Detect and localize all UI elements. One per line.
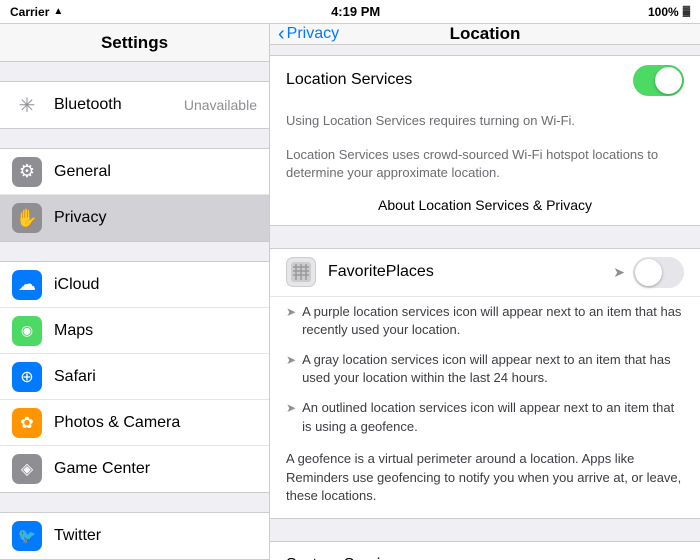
location-services-toggle[interactable] [633,65,684,96]
general-label: General [54,163,257,181]
back-label: Privacy [287,25,339,43]
status-right: 100% ▓ [648,5,690,19]
sidebar-item-privacy[interactable]: ✋ Privacy [0,195,269,241]
bullet-arrow-2: ➤ [286,352,296,369]
bullet-text-2: A gray location services icon will appea… [302,351,684,387]
twitter-group: 🐦 Twitter [0,512,269,560]
safari-label: Safari [54,368,257,386]
status-left: Carrier ▲ [10,5,63,19]
toggle-knob [655,67,682,94]
bluetooth-group: ✳ Bluetooth Unavailable [0,81,269,129]
location-desc2: Location Services uses crowd-sourced Wi-… [270,138,700,190]
back-chevron-icon: ‹ [278,24,285,44]
bullet-arrow-1: ➤ [286,304,296,321]
settings-title: Settings [101,33,168,53]
photos-icon: ✿ [12,408,42,438]
favorite-places-icon [286,257,316,287]
bullet-item-2: ➤ A gray location services icon will app… [270,345,700,393]
bullet-item-1: ➤ A purple location services icon will a… [270,297,700,345]
privacy-label: Privacy [54,209,257,227]
bullet-item-3: ➤ An outlined location services icon wil… [270,393,700,441]
location-services-row: Location Services [270,56,700,104]
location-desc1: Using Location Services requires turning… [270,104,700,138]
maps-label: Maps [54,322,257,340]
twitter-label: Twitter [54,527,257,545]
bullet-text-3: An outlined location services icon will … [302,399,684,435]
divider-2 [270,519,700,541]
geofence-text: A geofence is a virtual perimeter around… [270,442,700,519]
carrier-text: Carrier [10,5,49,19]
gamecenter-label: Game Center [54,460,257,478]
favorite-places-group: FavoritePlaces ➤ ➤ A purple location ser… [270,248,700,520]
system-services-row[interactable]: System Services › [270,541,700,560]
status-time: 4:19 PM [331,4,380,19]
location-services-label: Location Services [286,71,412,89]
system-services-label: System Services [286,556,405,560]
favorite-places-name: FavoritePlaces [328,263,613,281]
location-arrow-icon: ➤ [613,264,625,281]
status-bar: Carrier ▲ 4:19 PM 100% ▓ [0,0,700,24]
battery-icon: ▓ [683,6,690,17]
divider-1 [270,226,700,248]
safari-icon: ⊕ [12,362,42,392]
gamecenter-icon: ◈ [12,454,42,484]
about-link[interactable]: About Location Services & Privacy [270,191,700,225]
bluetooth-label: Bluetooth [54,96,184,114]
fp-toggle-knob [635,259,662,286]
icloud-icon: ☁ [12,270,42,300]
back-button[interactable]: ‹ Privacy [278,24,339,44]
sidebar-item-twitter[interactable]: 🐦 Twitter [0,513,269,559]
general-privacy-group: ⚙ General ✋ Privacy [0,148,269,242]
privacy-icon: ✋ [12,203,42,233]
maps-icon: ◉ [12,316,42,346]
left-header: Settings [0,24,269,62]
sidebar-item-photos[interactable]: ✿ Photos & Camera [0,400,269,446]
favorite-places-row: FavoritePlaces ➤ [270,249,700,297]
twitter-icon: 🐦 [12,521,42,551]
bullet-arrow-3: ➤ [286,400,296,417]
sidebar-item-icloud[interactable]: ☁ iCloud [0,262,269,308]
right-panel: ‹ Privacy Location Location Services Usi… [270,24,700,560]
wifi-icon: ▲ [53,6,63,17]
apps-group: ☁ iCloud ◉ Maps ⊕ Safari ✿ Photos & Came… [0,261,269,493]
sidebar-item-safari[interactable]: ⊕ Safari [0,354,269,400]
photos-label: Photos & Camera [54,414,257,432]
bluetooth-value: Unavailable [184,97,257,113]
right-content: Location Services Using Location Service… [270,45,700,560]
bluetooth-icon: ✳ [12,90,42,120]
favorite-places-toggle[interactable] [633,257,684,288]
location-services-group: Location Services Using Location Service… [270,55,700,226]
sidebar-item-maps[interactable]: ◉ Maps [0,308,269,354]
bullet-text-1: A purple location services icon will app… [302,303,684,339]
location-title: Location [450,24,521,44]
sidebar-item-gamecenter[interactable]: ◈ Game Center [0,446,269,492]
sidebar-item-bluetooth[interactable]: ✳ Bluetooth Unavailable [0,82,269,128]
left-panel: Settings ✳ Bluetooth Unavailable ⚙ Gener… [0,24,270,560]
sidebar-item-general[interactable]: ⚙ General [0,149,269,195]
right-header: ‹ Privacy Location [270,24,700,45]
system-services-chevron-icon: › [678,555,684,560]
icloud-label: iCloud [54,276,257,294]
main-layout: Settings ✳ Bluetooth Unavailable ⚙ Gener… [0,24,700,560]
general-icon: ⚙ [12,157,42,187]
battery-percent: 100% [648,5,679,19]
